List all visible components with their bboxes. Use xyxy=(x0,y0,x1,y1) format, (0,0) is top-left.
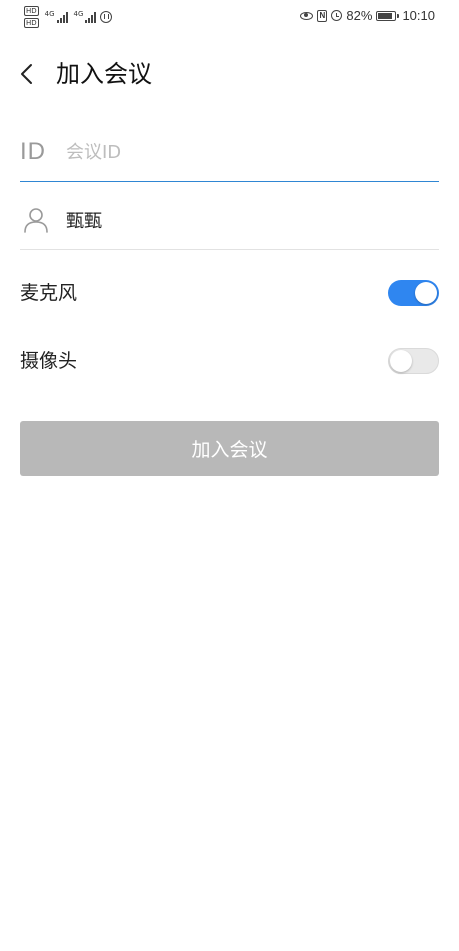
signal-icon-2: 4G xyxy=(74,11,97,23)
status-bar-left: HD HD 4G 4G xyxy=(24,6,113,28)
camera-toggle-knob xyxy=(390,350,412,372)
alarm-icon xyxy=(331,10,343,21)
battery-fill xyxy=(378,12,392,19)
camera-toggle[interactable] xyxy=(388,348,439,374)
camera-label: 摄像头 xyxy=(20,350,78,372)
display-name-field xyxy=(20,191,439,250)
status-bar-right: N 82% 10:10 xyxy=(300,8,435,23)
battery-percent: 82% xyxy=(346,8,373,23)
nfc-icon: N xyxy=(317,9,328,22)
display-name-input[interactable] xyxy=(66,204,426,236)
network-type-1: 4G xyxy=(44,10,55,18)
hd-badge-2: HD xyxy=(24,18,39,28)
eye-icon xyxy=(300,11,314,20)
battery-icon xyxy=(376,10,400,21)
microphone-row: 麦克风 xyxy=(20,273,439,313)
network-type-2: 4G xyxy=(73,10,84,18)
microphone-toggle-knob xyxy=(415,282,437,304)
join-meeting-button[interactable]: 加入会议 xyxy=(20,421,439,476)
user-icon xyxy=(24,208,48,233)
camera-row: 摄像头 xyxy=(20,341,439,381)
id-icon: ID xyxy=(20,138,46,165)
chevron-left-icon[interactable] xyxy=(16,60,44,88)
meeting-id-field: ID xyxy=(20,123,439,182)
app-header: 加入会议 xyxy=(0,52,459,98)
page-title: 加入会议 xyxy=(56,60,152,88)
signal-icon: 4G xyxy=(45,11,68,23)
hd-indicators: HD HD xyxy=(24,6,39,28)
meeting-id-input[interactable] xyxy=(66,136,426,168)
status-bar: HD HD 4G 4G N 82% 10:10 xyxy=(0,0,459,34)
clock: 10:10 xyxy=(402,8,435,23)
hd-badge-1: HD xyxy=(24,6,39,16)
hand-icon xyxy=(100,11,113,23)
microphone-toggle[interactable] xyxy=(388,280,439,306)
microphone-label: 麦克风 xyxy=(20,282,78,304)
